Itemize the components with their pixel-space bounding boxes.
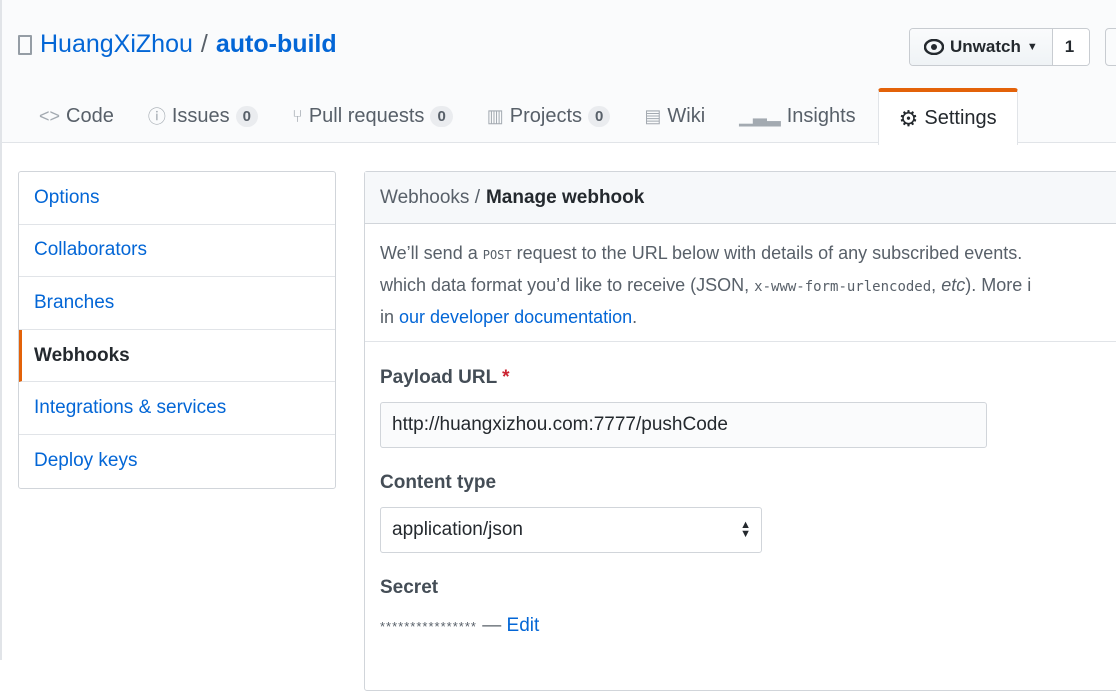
repo-nav: <> Code ⓘ Issues 0 ⑂ Pull requests 0 ▥ Project… <box>22 88 1018 145</box>
watch-group: Unwatch ▼ 1 <box>909 28 1090 66</box>
repo-owner-link[interactable]: HuangXiZhou <box>40 30 193 59</box>
tab-label: Code <box>66 104 114 127</box>
repo-icon <box>18 34 32 55</box>
code-icon: <> <box>39 105 61 126</box>
tab-projects[interactable]: ▥ Projects 0 <box>470 88 628 144</box>
desc-text: We’ll send a <box>380 243 483 263</box>
payload-url-label: Payload URL * <box>380 367 510 389</box>
tab-settings[interactable]: ⚙ Settings <box>877 88 1018 145</box>
unwatch-label: Unwatch <box>950 37 1021 56</box>
webhook-description: We’ll send a POST request to the URL bel… <box>365 224 1116 342</box>
tab-label: Issues <box>171 104 230 127</box>
star-button[interactable] <box>1105 28 1116 66</box>
label-text: Payload URL <box>380 367 497 388</box>
payload-url-input[interactable]: http://huangxizhou.com:7777/pushCode <box>380 402 987 448</box>
repo-separator: / <box>200 30 208 58</box>
page-border <box>0 0 2 660</box>
tab-wiki[interactable]: ▤ Wiki <box>627 88 722 144</box>
desc-code: x-www-form-urlencoded <box>754 279 932 295</box>
secret-row: **************** — Edit <box>380 615 539 637</box>
graph-icon: ▁▃▂ <box>739 105 781 126</box>
pull-request-icon: ⑂ <box>292 105 303 126</box>
watchers-count[interactable]: 1 <box>1052 29 1089 65</box>
sidebar-item-webhooks[interactable]: Webhooks <box>19 329 335 383</box>
sidebar-item-collaborators[interactable]: Collaborators <box>19 225 335 278</box>
sidebar-item-deploy-keys[interactable]: Deploy keys <box>19 435 335 488</box>
book-icon: ▤ <box>644 105 662 126</box>
content-type-label: Content type <box>380 472 497 493</box>
repo-title: HuangXiZhou / auto-build <box>18 30 337 59</box>
secret-label: Secret <box>380 577 439 598</box>
tab-label: Settings <box>924 107 997 129</box>
tab-insights[interactable]: ▁▃▂ Insights <box>722 88 872 144</box>
eye-icon <box>924 39 944 55</box>
required-mark: * <box>502 367 510 388</box>
desc-text: . <box>632 307 638 327</box>
projects-count: 0 <box>588 105 611 127</box>
breadcrumb: Webhooks / Manage webhook <box>365 172 1116 224</box>
repo-name-link[interactable]: auto-build <box>216 30 337 59</box>
webhook-panel: Webhooks / Manage webhook We’ll send a P… <box>364 171 1116 691</box>
issue-icon: ⓘ <box>147 107 166 127</box>
breadcrumb-current: Manage webhook <box>485 186 645 208</box>
desc-text: , <box>931 275 942 295</box>
edit-secret-link[interactable]: Edit <box>507 615 540 636</box>
tab-code[interactable]: <> Code <box>22 88 131 144</box>
secret-dash: — <box>476 615 507 636</box>
desc-text: which data format you’d like to receive … <box>380 275 755 295</box>
tab-label: Wiki <box>667 104 706 127</box>
gear-icon: ⚙ <box>898 105 919 131</box>
sidebar-item-branches[interactable]: Branches <box>19 277 335 330</box>
select-arrows-icon: ▲ ▼ <box>740 519 751 540</box>
tab-issues[interactable]: ⓘ Issues 0 <box>131 88 275 144</box>
desc-text: in <box>380 307 400 327</box>
repo-name: auto-build <box>215 30 337 58</box>
settings-sidebar: Options Collaborators Branches Webhooks … <box>18 171 336 489</box>
sidebar-item-options[interactable]: Options <box>19 172 335 225</box>
tab-label: Insights <box>786 104 856 127</box>
tab-label: Projects <box>509 104 583 127</box>
sidebar-item-integrations[interactable]: Integrations & services <box>19 382 335 435</box>
desc-em: etc <box>941 275 966 295</box>
content-type-value: application/json <box>392 519 523 540</box>
desc-code: POST <box>482 248 512 262</box>
desc-text: ). More i <box>965 275 1032 295</box>
tab-label: Pull requests <box>308 104 425 127</box>
issues-count: 0 <box>235 105 258 127</box>
tab-pull-requests[interactable]: ⑂ Pull requests 0 <box>275 88 470 144</box>
secret-mask: **************** <box>380 619 477 634</box>
desc-text: request to the URL below with details of… <box>511 243 1023 263</box>
caret-down-icon: ▼ <box>1026 41 1038 53</box>
pulls-count: 0 <box>430 105 453 127</box>
breadcrumb-webhooks[interactable]: Webhooks / <box>380 187 480 209</box>
developer-docs-link[interactable]: our developer documentation <box>399 307 632 327</box>
project-icon: ▥ <box>486 105 504 126</box>
content-type-select[interactable]: application/json ▲ ▼ <box>380 507 762 553</box>
unwatch-button[interactable]: Unwatch ▼ <box>910 29 1053 65</box>
